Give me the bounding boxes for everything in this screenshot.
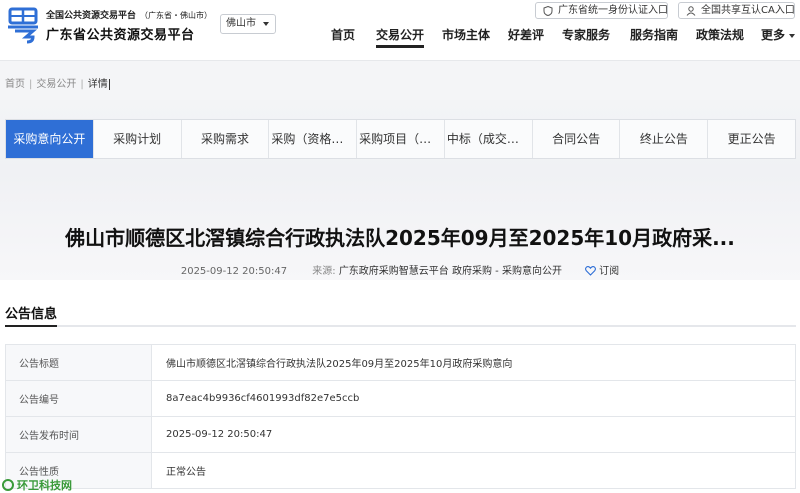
leaf-icon: [2, 479, 14, 491]
chevron-down-icon: [263, 22, 269, 26]
city-select[interactable]: 佛山市: [220, 14, 276, 34]
nav-market-entities[interactable]: 市场主体: [442, 26, 490, 48]
breadcrumb-bar: 首页 | 交易公开 | 详情: [0, 60, 800, 100]
watermark: 环卫科技网: [2, 477, 72, 493]
info-value: 佛山市顺德区北滘镇综合行政执法队2025年09月至2025年10月政府采购意向: [151, 344, 796, 381]
tab-procurement-project[interactable]: 采购项目（公告）: [357, 120, 445, 158]
breadcrumb-current: 详情: [87, 79, 108, 90]
tab-contract-notice[interactable]: 合同公告: [532, 120, 621, 158]
breadcrumb-trading[interactable]: 交易公开: [36, 79, 76, 90]
table-row: 公告标题 佛山市顺德区北滘镇综合行政执法队2025年09月至2025年10月政府…: [5, 344, 796, 381]
publish-date: 2025-09-12 20:50:47: [180, 266, 288, 277]
breadcrumb: 首页 | 交易公开 | 详情: [5, 78, 110, 90]
category-tabs: 采购意向公开 采购计划 采购需求 采购（资格预审）公告 采购项目（公告） 中标（…: [5, 119, 796, 159]
info-value: 2025-09-12 20:50:47: [151, 416, 796, 453]
info-value: 8a7eac4b9936cf4601993df82e7e5ccb: [151, 380, 796, 417]
shield-icon: [543, 6, 553, 16]
tab-procurement-intent[interactable]: 采购意向公开: [6, 120, 94, 158]
info-value: 正常公告: [151, 452, 796, 489]
site-title[interactable]: 广东省公共资源交易平台: [46, 24, 195, 43]
site-header: 全国公共资源交易平台 （广东省・佛山市） 广东省公共资源交易平台 佛山市 广东省统…: [0, 0, 800, 56]
info-heading: 公告信息: [5, 307, 58, 322]
info-key: 公告标题: [5, 344, 152, 381]
provincial-auth-button[interactable]: 广东省统一身份认证入口: [535, 2, 668, 19]
brand-top: 全国公共资源交易平台 （广东省・佛山市）: [46, 11, 213, 21]
page-title: 佛山市顺德区北滘镇综合行政执法队2025年09月至2025年10月政府采...: [65, 226, 735, 250]
info-divider: [5, 325, 796, 327]
table-row: 公告性质 正常公告: [5, 452, 796, 489]
heart-icon: [585, 266, 597, 276]
subscribe-button[interactable]: 订阅: [585, 266, 619, 277]
nav-expert-service[interactable]: 专家服务: [562, 26, 610, 48]
nav-home[interactable]: 首页: [331, 26, 355, 48]
table-row: 公告编号 8a7eac4b9936cf4601993df82e7e5ccb: [5, 380, 796, 417]
guangdong-logo-icon[interactable]: [6, 6, 40, 44]
tab-qualification-notice[interactable]: 采购（资格预审）公告: [269, 120, 358, 158]
user-icon: [686, 6, 696, 16]
tab-procurement-demand[interactable]: 采购需求: [181, 120, 270, 158]
info-key: 公告编号: [5, 380, 152, 417]
info-key: 公告发布时间: [5, 416, 152, 453]
nav-trading-public[interactable]: 交易公开: [376, 26, 425, 48]
breadcrumb-home[interactable]: 首页: [5, 79, 25, 90]
source-label: 来源:: [312, 266, 336, 277]
tab-termination-notice[interactable]: 终止公告: [620, 120, 709, 158]
nav-more[interactable]: 更多: [761, 26, 796, 48]
tab-procurement-plan[interactable]: 采购计划: [93, 120, 182, 158]
article-meta: 2025-09-12 20:50:47 来源: 广东政府采购智慧云平台 政府采购…: [0, 262, 800, 277]
ca-auth-button[interactable]: 全国共享互认CA入口: [678, 2, 795, 19]
nav-evaluation[interactable]: 好差评: [508, 26, 544, 48]
article-banner: 采购意向公开 采购计划 采购需求 采购（资格预审）公告 采购项目（公告） 中标（…: [0, 100, 800, 280]
table-row: 公告发布时间 2025-09-12 20:50:47: [5, 416, 796, 453]
chevron-down-icon: [789, 33, 796, 38]
text-cursor: [108, 78, 110, 90]
nav-policy[interactable]: 政策法规: [696, 26, 744, 48]
tab-correction-notice[interactable]: 更正公告: [708, 120, 796, 158]
nav-service-guide[interactable]: 服务指南: [630, 26, 678, 48]
tab-award-result[interactable]: 中标（成交）结果公告: [444, 120, 533, 158]
source-link[interactable]: 广东政府采购智慧云平台 政府采购 - 采购意向公开: [339, 266, 562, 277]
info-table: 公告标题 佛山市顺德区北滘镇综合行政执法队2025年09月至2025年10月政府…: [5, 344, 796, 489]
